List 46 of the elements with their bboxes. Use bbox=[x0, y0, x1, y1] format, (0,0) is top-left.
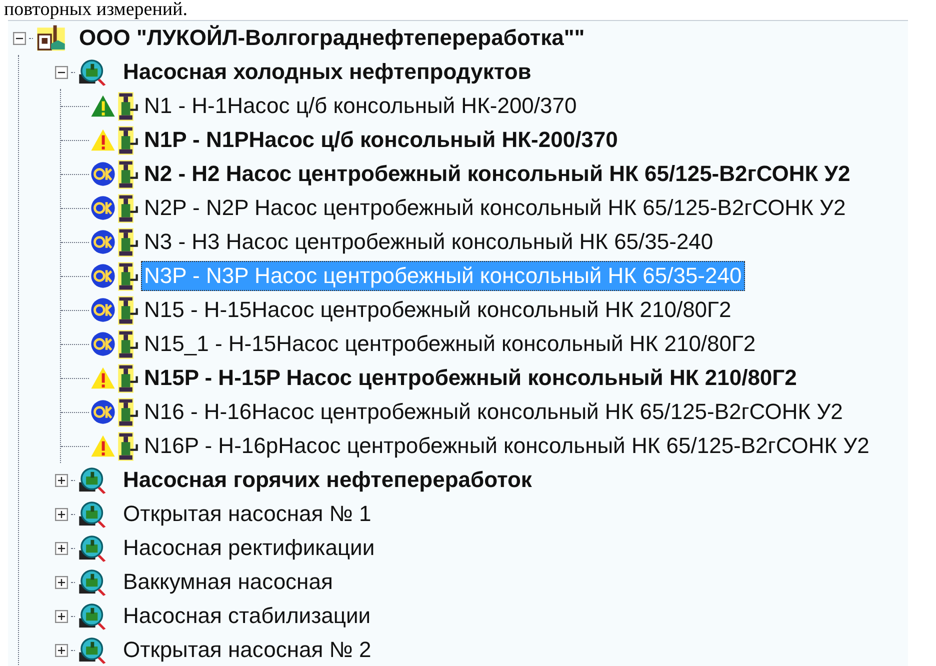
factory-icon bbox=[36, 24, 66, 52]
collapse-icon[interactable] bbox=[13, 32, 26, 44]
pump-icon bbox=[117, 260, 139, 292]
pump-icon bbox=[117, 294, 139, 326]
pump-node[interactable]: N2 - Н2 Насос центробежный консольный НК 65/125-В2гСОНК У2 bbox=[141, 159, 854, 189]
expand-icon[interactable] bbox=[55, 474, 68, 486]
pump-icon bbox=[117, 124, 139, 156]
pump-icon bbox=[117, 362, 139, 394]
pump-icon bbox=[117, 90, 139, 122]
pump-node[interactable]: N1P - N1PНасос ц/б консольный НК-200/370 bbox=[141, 125, 621, 155]
expand-icon[interactable] bbox=[55, 542, 68, 554]
station-node[interactable]: Насосная стабилизации bbox=[120, 601, 374, 631]
pump-node[interactable]: N2P - N2P Насос центробежный консольный НК 65/125-В2гСОНК У2 bbox=[141, 193, 849, 223]
pump-icon bbox=[117, 396, 139, 428]
pump-node[interactable]: N16 - Н-16Насос центробежный консольный НК 65/125-В2гСОНК У2 bbox=[141, 397, 846, 427]
station-magnifier-icon bbox=[78, 500, 108, 528]
expand-icon[interactable] bbox=[55, 610, 68, 622]
pump-node[interactable]: N16P - Н-16рНасос центробежный консольный НК 65/125-В2гСОНК У2 bbox=[141, 431, 872, 461]
pump-node[interactable]: N15P - Н-15P Насос центробежный консольный НК 210/80Г2 bbox=[141, 363, 800, 393]
station-node[interactable]: Насосная горячих нефтепереработок bbox=[120, 465, 535, 495]
collapse-icon[interactable] bbox=[55, 66, 68, 78]
pump-node[interactable]: N1 - Н-1Насос ц/б консольный НК-200/370 bbox=[141, 91, 580, 121]
station-node[interactable]: Открытая насосная № 2 bbox=[120, 635, 374, 665]
company-node[interactable]: ООО "ЛУКОЙЛ-Волгограднефтепереработка"" bbox=[76, 23, 588, 53]
expand-icon[interactable] bbox=[55, 644, 68, 656]
pump-node[interactable]: N15_1 - Н-15Насос центробежный консольный НК 210/80Г2 bbox=[141, 329, 759, 359]
station-magnifier-icon bbox=[78, 534, 108, 562]
station-node[interactable]: Ваккумная насосная bbox=[120, 567, 336, 597]
station-magnifier-icon bbox=[78, 568, 108, 596]
expand-icon[interactable] bbox=[55, 576, 68, 588]
station-magnifier-icon bbox=[78, 58, 108, 86]
caption-text: повторных измерений. bbox=[3, 0, 188, 20]
station-node[interactable]: Открытая насосная № 1 bbox=[120, 499, 374, 529]
pump-icon bbox=[117, 158, 139, 190]
pump-node[interactable]: N15 - Н-15Насос центробежный консольный НК 210/80Г2 bbox=[141, 295, 734, 325]
pump-icon bbox=[117, 192, 139, 224]
pump-node[interactable]: N3 - Н3 Насос центробежный консольный НК 65/35-240 bbox=[141, 227, 716, 257]
pump-icon bbox=[117, 430, 139, 462]
pump-icon bbox=[117, 328, 139, 360]
station-node[interactable]: Насосная ректификации bbox=[120, 533, 378, 563]
pump-icon bbox=[117, 226, 139, 258]
expand-icon[interactable] bbox=[55, 508, 68, 520]
station-magnifier-icon bbox=[78, 636, 108, 664]
station-magnifier-icon bbox=[78, 466, 108, 494]
station-magnifier-icon bbox=[78, 602, 108, 630]
station-node[interactable]: Насосная холодных нефтепродуктов bbox=[120, 57, 534, 87]
